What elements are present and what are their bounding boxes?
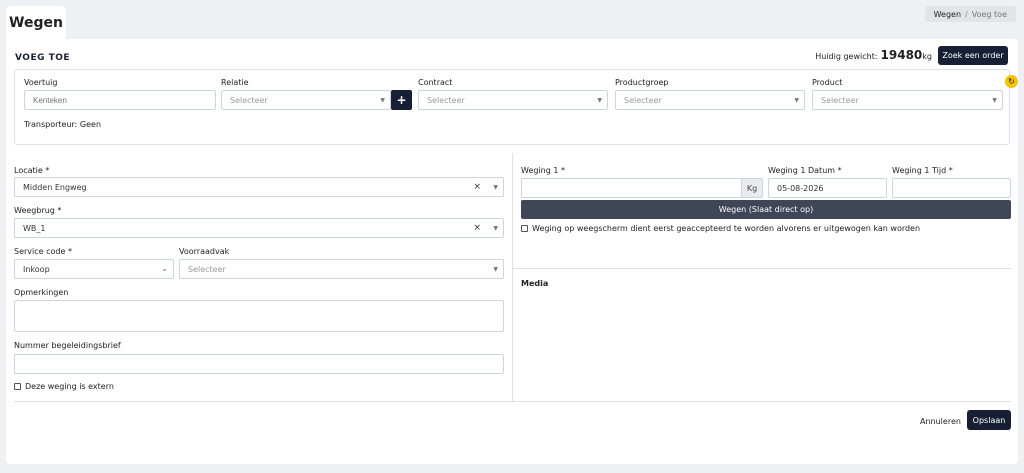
- current-weight: Huidig gewicht: 19480 kg: [815, 48, 932, 62]
- voertuig-label: Voertuig: [24, 78, 58, 87]
- footer-divider: [14, 401, 1011, 402]
- tijd-input[interactable]: [892, 178, 1011, 198]
- form-card: VOEG TOE Huidig gewicht: 19480 kg Zoek ee…: [6, 39, 1018, 464]
- weegbrug-label: Weegbrug *: [14, 206, 62, 215]
- productgroep-label: Productgroep: [615, 78, 669, 87]
- voorraadvak-label: Voorraadvak: [179, 247, 230, 256]
- weging1-label: Weging 1 *: [521, 166, 565, 175]
- column-divider: [512, 153, 513, 401]
- locatie-select[interactable]: Midden Engweg × ▼: [14, 177, 504, 197]
- datum-label: Weging 1 Datum *: [768, 166, 842, 175]
- weight-value: 19480: [880, 48, 923, 62]
- breadcrumb-root[interactable]: Wegen: [934, 10, 961, 19]
- locatie-label: Locatie *: [14, 166, 50, 175]
- chevron-down-icon: ▼: [992, 97, 997, 104]
- chevron-down-icon: ▼: [380, 97, 385, 104]
- productgroep-placeholder: Selecteer: [624, 95, 662, 105]
- service-code-value: Inkoop: [23, 264, 50, 274]
- reset-icon[interactable]: ↻: [1005, 75, 1018, 88]
- begeleidingsbrief-label: Nummer begeleidingsbrief: [14, 341, 121, 350]
- chevron-down-icon: ▼: [493, 266, 498, 273]
- product-placeholder: Selecteer: [821, 95, 859, 105]
- product-select[interactable]: Selecteer ▼: [812, 90, 1003, 110]
- find-order-button[interactable]: Zoek een order: [938, 46, 1008, 65]
- weegbrug-select[interactable]: WB_1 × ▼: [14, 218, 504, 238]
- clear-icon[interactable]: ×: [473, 223, 481, 233]
- transporteur-text: Transporteur: Geen: [24, 120, 102, 129]
- weging1-input[interactable]: [521, 178, 742, 198]
- checkbox-box[interactable]: [521, 225, 528, 232]
- relatie-placeholder: Selecteer: [230, 95, 268, 105]
- weight-unit: kg: [922, 52, 932, 61]
- product-label: Product: [812, 78, 843, 87]
- service-code-label: Service code *: [14, 247, 72, 256]
- opmerkingen-label: Opmerkingen: [14, 288, 69, 297]
- chevron-down-icon: ▼: [794, 97, 799, 104]
- tab-wegen[interactable]: Wegen: [6, 6, 66, 39]
- breadcrumb-separator: /: [965, 9, 968, 19]
- section-divider: [513, 268, 1011, 269]
- breadcrumb-current: Voeg toe: [971, 9, 1007, 19]
- chevron-down-icon: ▼: [493, 184, 498, 191]
- begeleidingsbrief-input[interactable]: [14, 354, 504, 374]
- weegbrug-value: WB_1: [23, 223, 46, 233]
- voorraadvak-select[interactable]: Selecteer ▼: [179, 259, 504, 279]
- media-heading: Media: [521, 279, 549, 288]
- relatie-select[interactable]: Selecteer ▼: [221, 90, 391, 110]
- service-code-select[interactable]: Inkoop ⌄: [14, 259, 174, 279]
- chevron-down-icon: ⌄: [161, 264, 168, 273]
- voorraadvak-placeholder: Selecteer: [188, 264, 226, 274]
- kenteken-input[interactable]: [24, 90, 216, 110]
- relatie-label: Relatie: [221, 78, 249, 87]
- save-button[interactable]: Opslaan: [967, 410, 1011, 430]
- weight-label: Huidig gewicht:: [815, 52, 878, 61]
- tijd-label: Weging 1 Tijd *: [892, 166, 953, 175]
- checkbox-box[interactable]: [14, 383, 21, 390]
- contract-placeholder: Selecteer: [427, 95, 465, 105]
- chevron-down-icon: ▼: [597, 97, 602, 104]
- chevron-down-icon: ▼: [493, 225, 498, 232]
- breadcrumb: Wegen / Voeg toe: [924, 6, 1016, 22]
- cancel-button[interactable]: Annuleren: [920, 417, 961, 426]
- locatie-value: Midden Engweg: [23, 182, 87, 192]
- kg-addon: Kg: [741, 178, 763, 198]
- add-relatie-button[interactable]: +: [391, 90, 412, 110]
- weigh-button[interactable]: Wegen (Slaat direct op): [521, 200, 1011, 219]
- clear-icon[interactable]: ×: [473, 182, 481, 192]
- top-panel: Voertuig Relatie Selecteer ▼ + Contract …: [14, 69, 1018, 145]
- extern-checkbox[interactable]: Deze weging is extern: [14, 382, 114, 391]
- opmerkingen-textarea[interactable]: [14, 300, 504, 332]
- page-title: VOEG TOE: [15, 53, 71, 63]
- datum-value: 05-08-2026: [777, 183, 824, 193]
- extern-label: Deze weging is extern: [25, 382, 114, 391]
- contract-select[interactable]: Selecteer ▼: [418, 90, 608, 110]
- accept-label: Weging op weegscherm dient eerst geaccep…: [532, 224, 921, 233]
- productgroep-select[interactable]: Selecteer ▼: [615, 90, 805, 110]
- contract-label: Contract: [418, 78, 453, 87]
- accept-checkbox[interactable]: Weging op weegscherm dient eerst geaccep…: [521, 224, 920, 233]
- datum-input[interactable]: 05-08-2026: [768, 178, 887, 198]
